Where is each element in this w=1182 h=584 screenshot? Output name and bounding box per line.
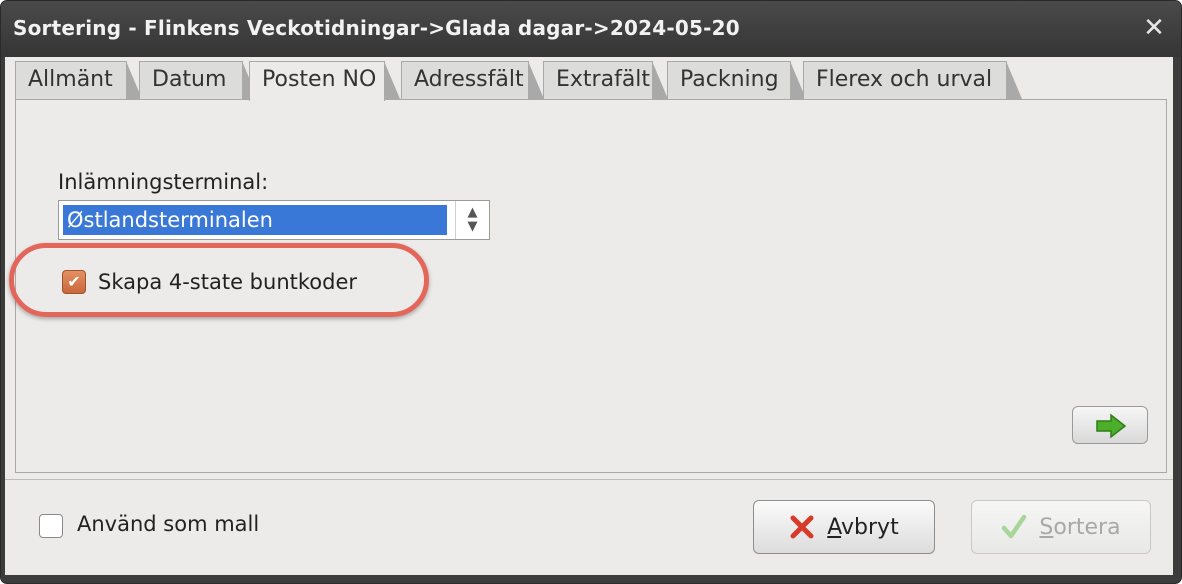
- tab-label: Flerex och urval: [816, 67, 993, 92]
- tab-label: Extrafält: [556, 67, 651, 92]
- arrow-right-icon: [1096, 413, 1127, 439]
- cancel-x-icon: [790, 515, 814, 539]
- mall-checkbox[interactable]: [39, 514, 63, 538]
- tab-label: Packning: [680, 67, 779, 92]
- cancel-label: Avbryt: [827, 514, 899, 540]
- tab-posten-no[interactable]: Posten NO: [249, 61, 400, 101]
- cancel-button[interactable]: Avbryt: [753, 500, 935, 554]
- tab-label: Posten NO: [262, 67, 377, 92]
- checkmark-icon: [1002, 514, 1027, 539]
- tab-flerex-och-urval[interactable]: Flerex och urval: [803, 61, 1022, 99]
- tab-adressfalt[interactable]: Adressfält: [401, 61, 544, 99]
- updown-arrows-icon[interactable]: ▲ ▼: [455, 201, 489, 239]
- highlight-annotation: [9, 243, 429, 317]
- sort-label: Sortera: [1039, 514, 1121, 540]
- mall-label[interactable]: Använd som mall: [77, 512, 259, 536]
- tab-datum[interactable]: Datum: [139, 61, 258, 99]
- sort-button[interactable]: Sortera: [971, 500, 1151, 554]
- footer-bar: Använd som mall Avbryt Sortera: [5, 479, 1173, 572]
- tab-label: Adressfält: [414, 67, 524, 92]
- next-button[interactable]: [1072, 406, 1148, 444]
- tab-extrafalt[interactable]: Extrafält: [543, 61, 668, 99]
- terminal-label: Inlämningsterminal:: [58, 170, 269, 194]
- tab-allmant[interactable]: Allmänt: [15, 61, 142, 99]
- tab-label: Datum: [152, 67, 227, 92]
- tab-label: Allmänt: [28, 67, 113, 92]
- close-icon[interactable]: ✕: [1141, 15, 1167, 41]
- window-title: Sortering - Flinkens Veckotidningar->Gla…: [13, 16, 740, 40]
- terminal-select[interactable]: Østlandsterminalen ▲ ▼: [58, 200, 490, 240]
- terminal-selected-value: Østlandsterminalen: [63, 205, 447, 235]
- dialog-window: Sortering - Flinkens Veckotidningar->Gla…: [0, 0, 1182, 584]
- tab-packning[interactable]: Packning: [667, 61, 806, 99]
- title-bar[interactable]: Sortering - Flinkens Veckotidningar->Gla…: [1, 1, 1181, 57]
